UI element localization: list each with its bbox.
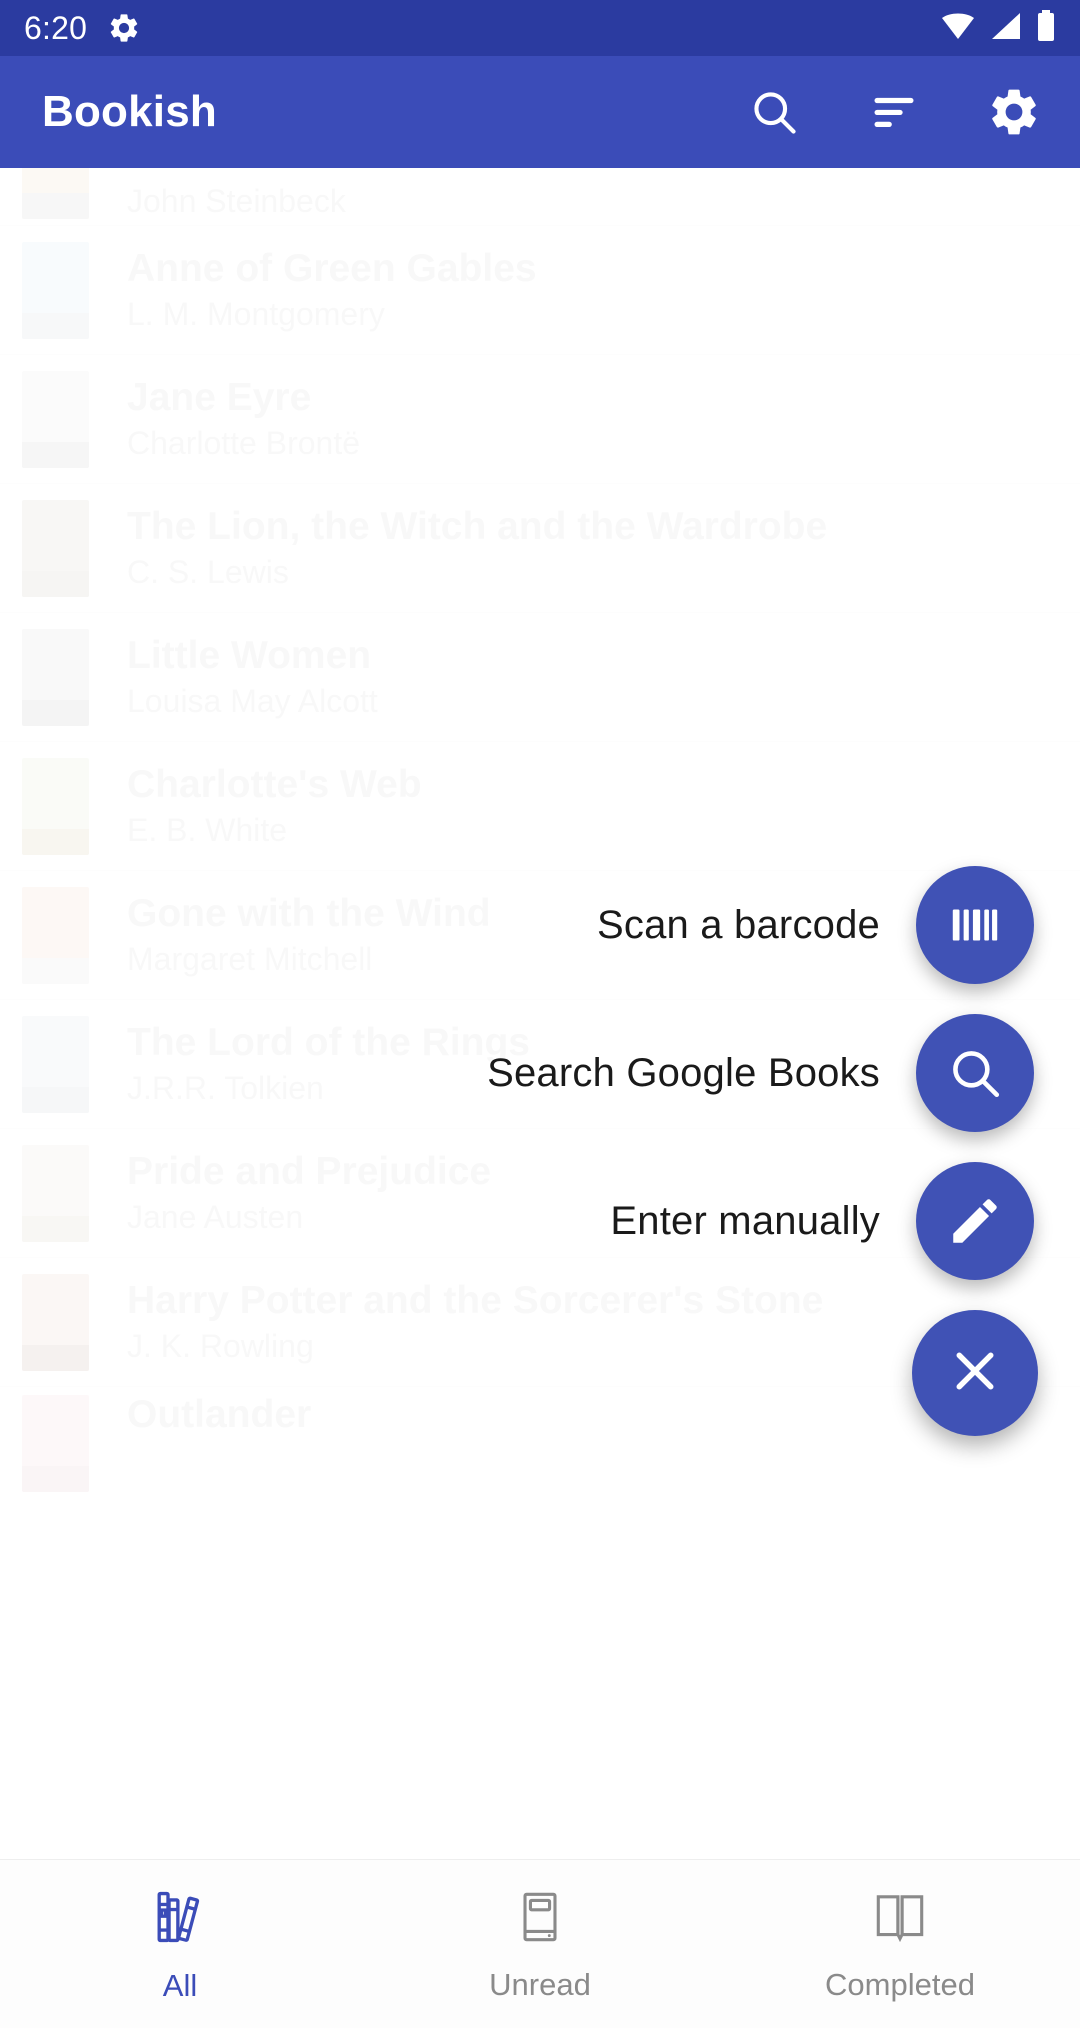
sort-icon[interactable]	[862, 80, 926, 144]
speed-dial-item-search-google-books[interactable]: Search Google Books	[487, 1014, 1034, 1132]
app-screen: 6:20 Bookish Scan a barcode Search Googl…	[0, 0, 1080, 2028]
settings-gear-icon[interactable]	[982, 80, 1046, 144]
search-icon[interactable]	[916, 1014, 1034, 1132]
speed-dial-item-enter-manually[interactable]: Enter manually	[610, 1162, 1034, 1280]
bottom-nav-label: Completed	[825, 1966, 975, 2002]
cellular-signal-icon	[990, 11, 1022, 46]
wifi-icon	[940, 11, 976, 46]
open-book-icon	[869, 1886, 931, 1953]
speed-dial-label: Scan a barcode	[597, 902, 880, 947]
status-bar-clock: 6:20	[24, 9, 88, 46]
battery-icon	[1036, 9, 1056, 47]
status-bar-indicators	[940, 9, 1056, 47]
pencil-edit-icon[interactable]	[916, 1162, 1034, 1280]
barcode-icon[interactable]	[916, 866, 1034, 984]
speed-dial-item-scan-barcode[interactable]: Scan a barcode	[597, 866, 1034, 984]
status-bar-gear-icon	[107, 11, 141, 45]
bottom-nav-label: All	[162, 1967, 198, 2003]
speed-dial-label: Search Google Books	[487, 1050, 880, 1095]
bottom-nav-item-unread[interactable]: Unread	[360, 1860, 720, 2028]
page-title: Bookish	[42, 87, 217, 136]
app-bar-actions	[742, 80, 1046, 144]
closed-book-icon	[509, 1886, 571, 1953]
app-bar: Bookish	[0, 56, 1080, 168]
bottom-nav-label: Unread	[489, 1966, 591, 2002]
speed-dial-label: Enter manually	[610, 1198, 880, 1243]
status-bar: 6:20	[0, 0, 1080, 56]
bottom-nav-item-completed[interactable]: Completed	[720, 1860, 1080, 2028]
search-icon[interactable]	[742, 80, 806, 144]
speed-dial-close-button[interactable]	[912, 1310, 1038, 1436]
close-x-icon	[946, 1342, 1004, 1405]
bottom-navigation-bar: All Unread Completed	[0, 1859, 1080, 2028]
books-stack-icon	[148, 1885, 212, 1954]
bottom-nav-item-all[interactable]: All	[0, 1860, 360, 2028]
